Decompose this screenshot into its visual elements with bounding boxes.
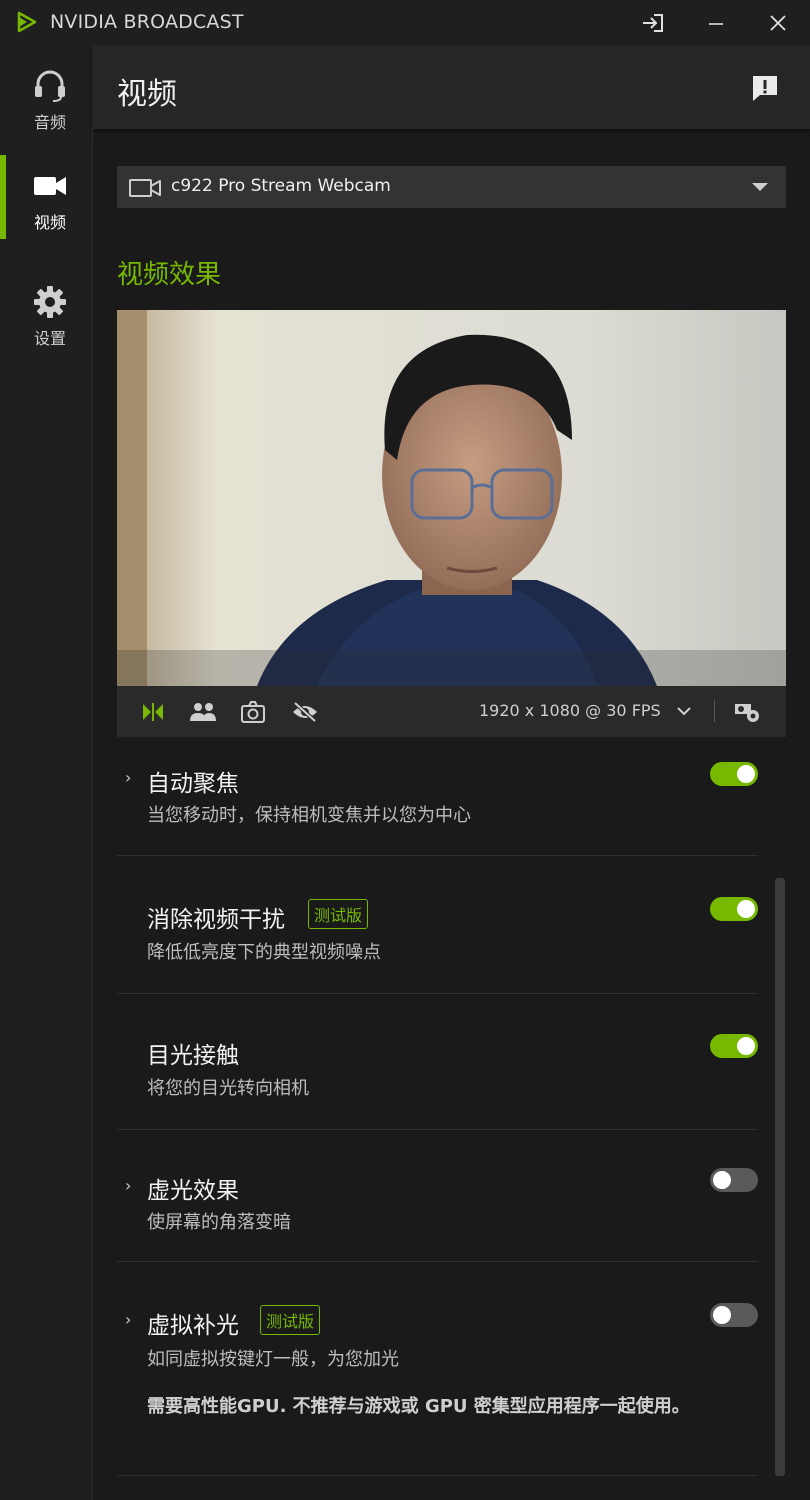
sidebar-item-audio[interactable]: 音频	[0, 55, 92, 139]
camera-settings-button[interactable]	[733, 698, 761, 726]
eye-off-icon	[293, 701, 317, 723]
selected-device-name: c922 Pro Stream Webcam	[171, 176, 391, 196]
minimize-button[interactable]	[687, 0, 745, 45]
effect-description: 将您的目光转向相机	[147, 1078, 309, 1099]
close-icon	[770, 14, 786, 31]
app-title: NVIDIA BROADCAST	[50, 11, 244, 33]
camera-settings-icon	[735, 704, 759, 722]
sidebar-item-label: 设置	[33, 329, 66, 348]
effect-name: 虚光效果	[147, 1178, 239, 1204]
side-by-side-icon	[143, 703, 163, 721]
section-title: 视频效果	[117, 260, 222, 290]
scrollbar[interactable]	[775, 878, 785, 1476]
feedback-button[interactable]	[750, 73, 780, 103]
nvidia-logo-icon	[17, 11, 37, 33]
chevron-down-icon	[677, 707, 691, 716]
beta-badge: 测试版	[308, 899, 369, 929]
effect-description: 降低低亮度下的典型视频噪点	[147, 942, 381, 963]
page-title: 视频	[117, 77, 177, 112]
camera-preview	[117, 310, 786, 686]
beta-badge: 测试版	[260, 1305, 321, 1335]
effect-description: 使屏幕的角落变暗	[147, 1212, 291, 1233]
sign-in-button[interactable]	[624, 0, 682, 45]
gpu-requirement-note: 需要高性能GPU. 不推荐与游戏或 GPU 密集型应用程序一起使用。	[147, 1396, 690, 1417]
effect-name: 目光接触	[147, 1043, 239, 1069]
page-header: 视频	[93, 45, 810, 129]
effect-vignette: › 虚光效果 使屏幕的角落变暗	[117, 1130, 758, 1262]
toolbar-divider	[714, 700, 715, 722]
toggle-knob	[713, 1171, 731, 1189]
toggle-knob	[737, 900, 755, 918]
sign-in-icon	[643, 13, 663, 32]
camera-outline-icon	[129, 179, 161, 197]
effect-description: 当您移动时，保持相机变焦并以您为中心	[147, 805, 471, 826]
people-button[interactable]	[189, 698, 217, 726]
sidebar: 音频 视频 设置	[0, 45, 93, 1500]
preview-toolbar: 1920 x 1080 @ 30 FPS	[117, 686, 786, 737]
title-bar: NVIDIA BROADCAST	[0, 0, 810, 45]
effect-auto-frame: › 自动聚焦 当您移动时，保持相机变焦并以您为中心	[117, 738, 758, 856]
video-camera-icon	[32, 169, 68, 203]
gear-icon	[32, 285, 68, 319]
eye-contact-toggle[interactable]	[710, 1034, 758, 1058]
toggle-knob	[737, 765, 755, 783]
feedback-icon	[753, 76, 777, 101]
side-by-side-button[interactable]	[139, 698, 167, 726]
camera-rotate-icon	[241, 701, 265, 723]
toggle-knob	[737, 1037, 755, 1055]
chevron-down-icon	[752, 183, 768, 191]
sidebar-item-settings[interactable]: 设置	[0, 271, 92, 355]
chevron-right-icon[interactable]: ›	[125, 768, 131, 787]
camera-rotate-button[interactable]	[239, 698, 267, 726]
noise-removal-toggle[interactable]	[710, 897, 758, 921]
effect-eye-contact: 目光接触 将您的目光转向相机	[117, 994, 758, 1130]
effect-virtual-key-light: › 虚拟补光 测试版 如同虚拟按键灯一般，为您加光 需要高性能GPU. 不推荐与…	[117, 1262, 758, 1476]
headset-icon	[32, 69, 68, 103]
close-button[interactable]	[749, 0, 807, 45]
effect-name: 虚拟补光	[147, 1313, 239, 1339]
toggle-knob	[713, 1306, 731, 1324]
minimize-icon	[709, 22, 723, 25]
effect-video-noise-removal: 消除视频干扰 测试版 降低低亮度下的典型视频噪点	[117, 856, 758, 994]
virtual-key-light-toggle[interactable]	[710, 1303, 758, 1327]
chevron-right-icon[interactable]: ›	[125, 1176, 131, 1195]
hide-preview-button[interactable]	[291, 698, 319, 726]
camera-device-select[interactable]: c922 Pro Stream Webcam	[117, 166, 786, 208]
resolution-selector[interactable]: 1920 x 1080 @ 30 FPS	[479, 701, 661, 720]
effect-name: 消除视频干扰	[147, 907, 285, 933]
sidebar-item-video[interactable]: 视频	[0, 155, 92, 239]
sidebar-item-label: 视频	[33, 213, 66, 232]
effect-name: 自动聚焦	[147, 771, 239, 797]
sidebar-item-label: 音频	[33, 113, 66, 132]
vignette-toggle[interactable]	[710, 1168, 758, 1192]
auto-frame-toggle[interactable]	[710, 762, 758, 786]
people-icon	[190, 703, 216, 721]
effect-description: 如同虚拟按键灯一般，为您加光	[147, 1349, 399, 1370]
chevron-right-icon[interactable]: ›	[125, 1310, 131, 1329]
